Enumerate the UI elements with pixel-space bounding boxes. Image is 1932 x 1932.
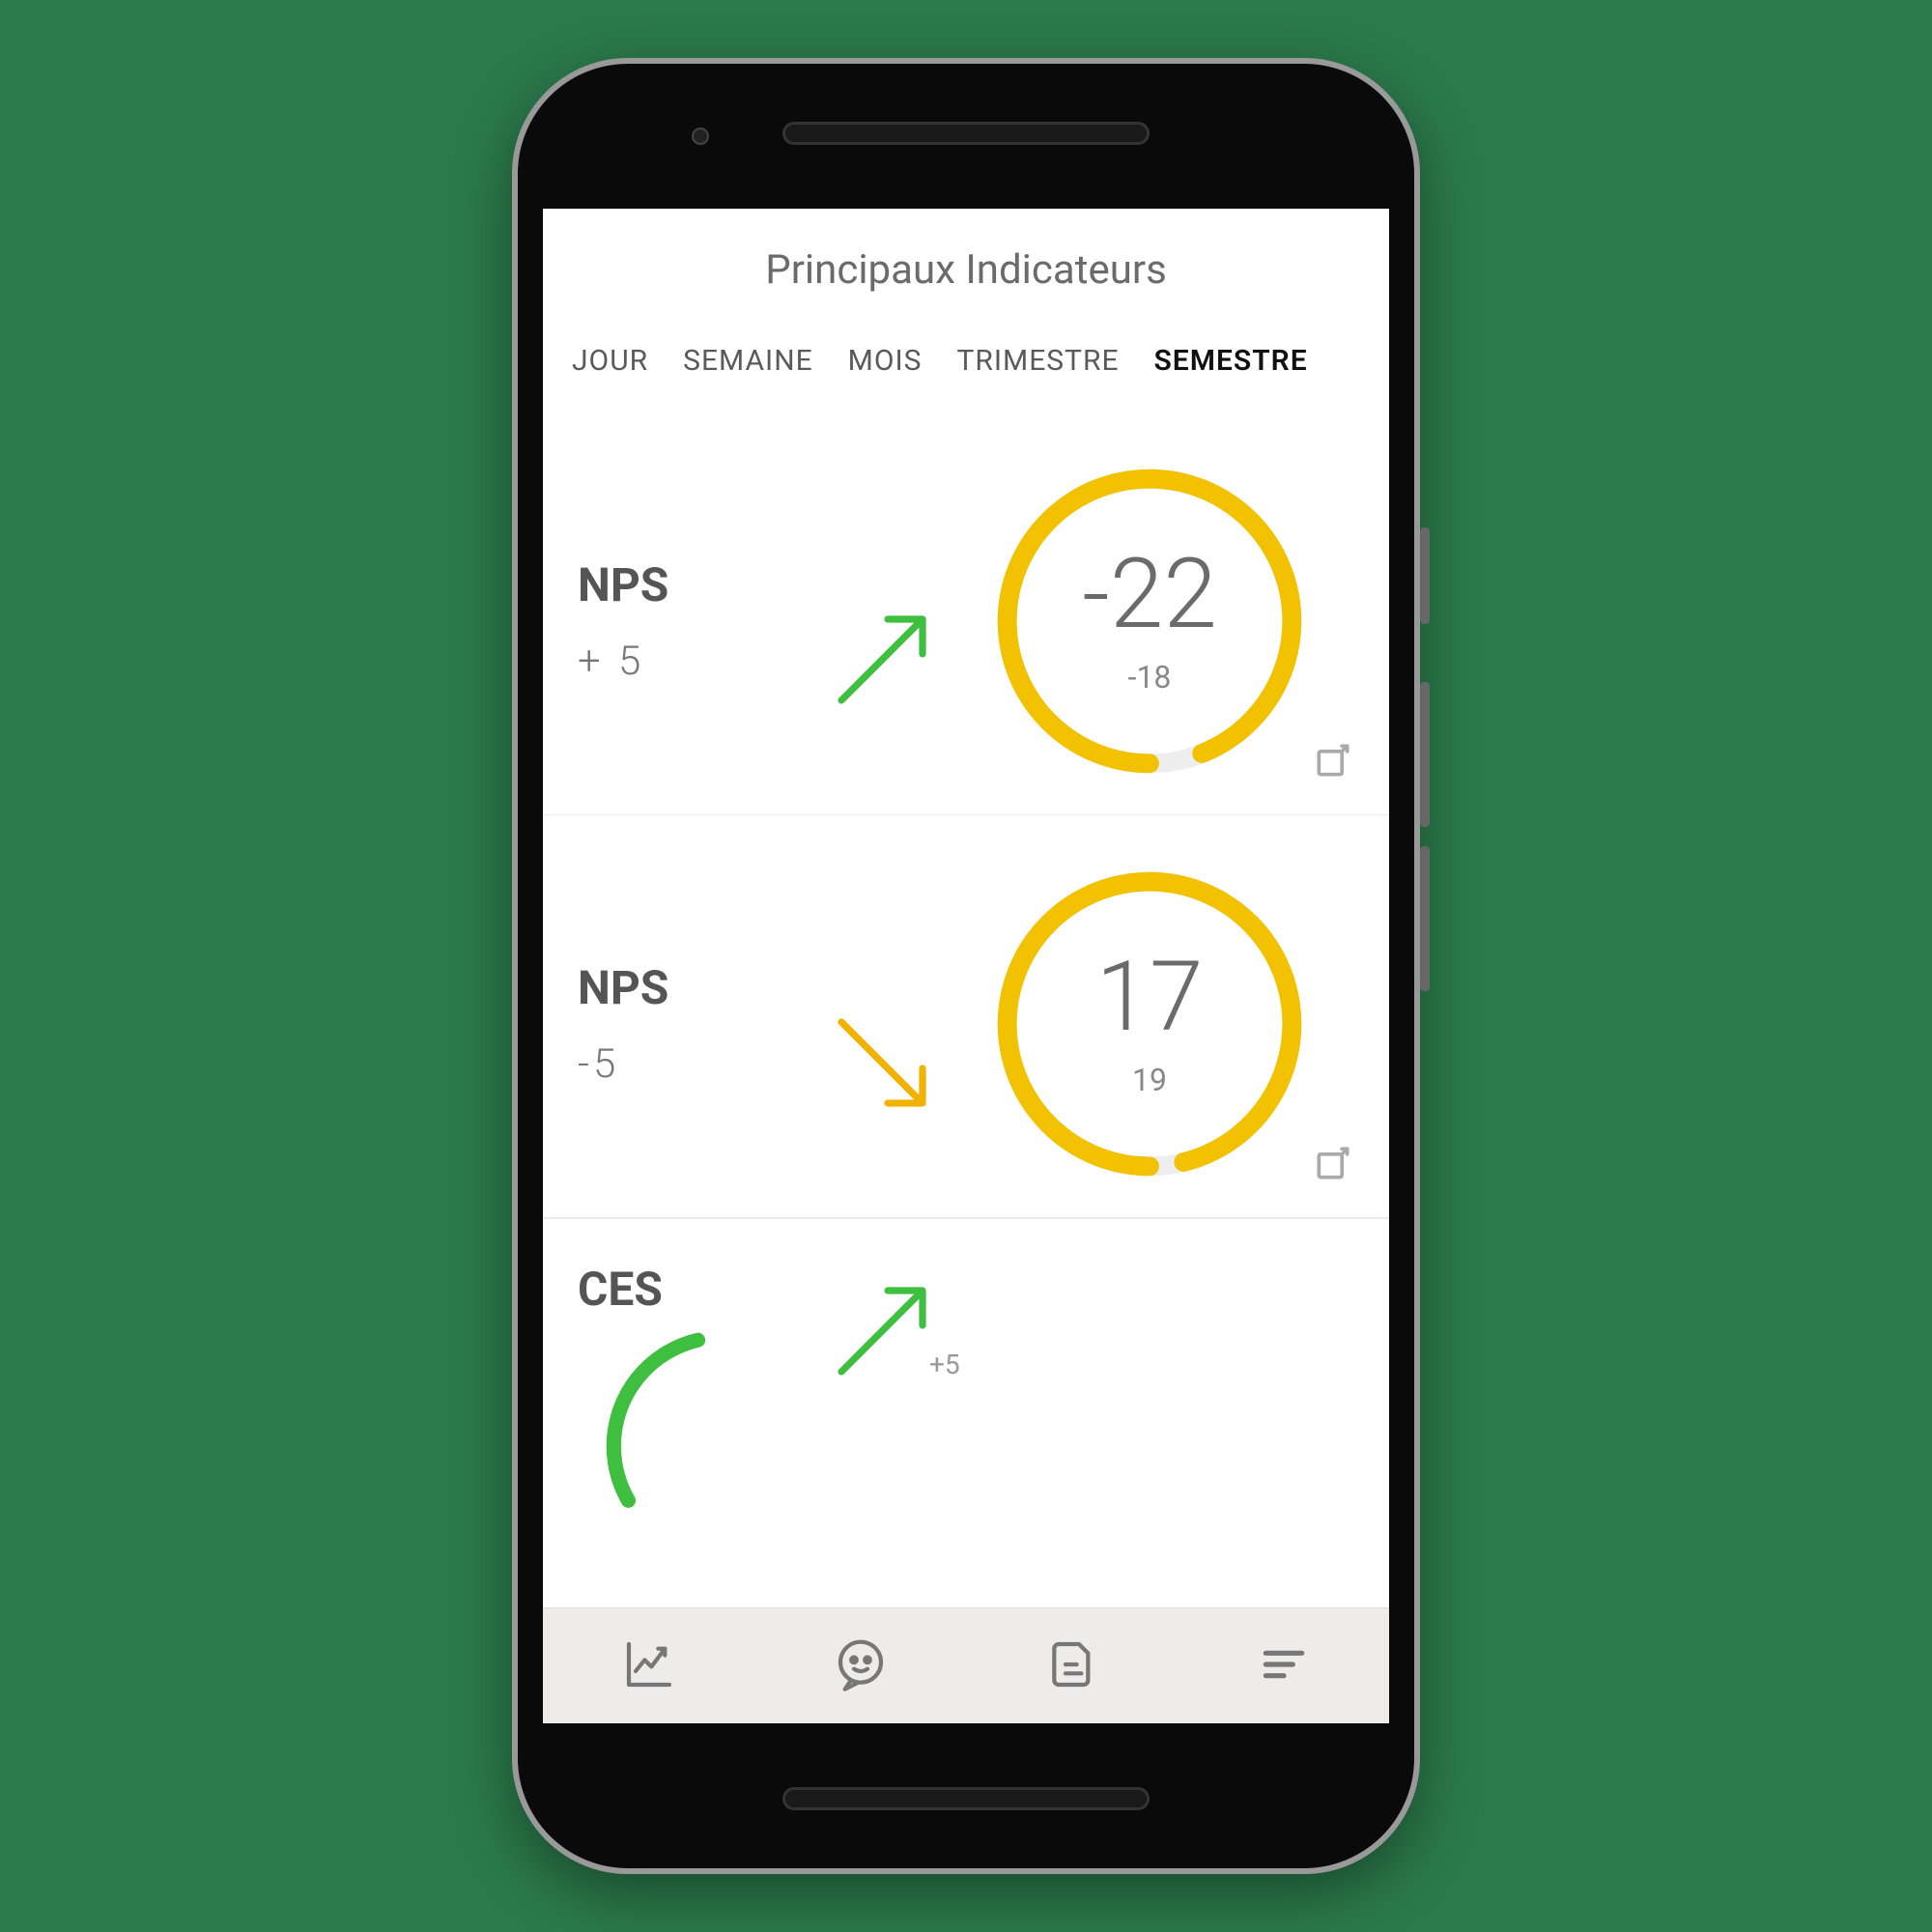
indicator-subtext: +5 — [929, 1349, 960, 1380]
phone-camera — [692, 128, 709, 145]
indicator-card: NPS -5 17 — [543, 815, 1389, 1218]
nav-chart-icon[interactable] — [603, 1628, 696, 1705]
phone-side-button — [1420, 846, 1430, 991]
expand-button[interactable] — [1312, 739, 1354, 785]
tab-jour[interactable]: JOUR — [572, 344, 648, 378]
page-header: Principaux Indicateurs — [543, 209, 1389, 305]
trend-arrow-down-icon — [819, 1005, 945, 1121]
phone-side-button — [1420, 527, 1430, 624]
indicator-subvalue: -18 — [1128, 659, 1172, 696]
card-info: NPS + 5 — [578, 557, 819, 685]
tab-trimestre[interactable]: TRIMESTRE — [956, 344, 1119, 378]
tab-mois[interactable]: MOIS — [848, 344, 923, 378]
trend-arrow-up-icon — [819, 602, 945, 718]
indicator-ring: 17 19 — [945, 860, 1354, 1188]
indicator-ring: -22 -18 — [945, 457, 1354, 785]
indicator-delta: + 5 — [578, 638, 819, 685]
nav-document-icon[interactable] — [1026, 1628, 1119, 1705]
phone-speaker-bottom — [782, 1787, 1150, 1810]
tab-semestre[interactable]: SEMESTRE — [1154, 344, 1308, 378]
period-tabs: JOUR SEMAINE MOIS TRIMESTRE SEMESTRE — [543, 305, 1389, 412]
phone-frame: Principaux Indicateurs JOUR SEMAINE MOIS… — [512, 58, 1420, 1874]
app-screen: Principaux Indicateurs JOUR SEMAINE MOIS… — [543, 209, 1389, 1723]
bottom-nav — [543, 1607, 1389, 1723]
indicator-card-partial: CES +5 — [543, 1218, 1389, 1392]
tab-semaine[interactable]: SEMAINE — [683, 344, 813, 378]
indicator-label: NPS — [578, 557, 819, 612]
nav-menu-icon[interactable] — [1237, 1628, 1330, 1705]
indicator-ring-partial — [597, 1321, 848, 1576]
indicator-delta: -5 — [578, 1040, 819, 1088]
expand-button[interactable] — [1312, 1142, 1354, 1188]
card-info: NPS -5 — [578, 960, 819, 1088]
indicator-subvalue: 19 — [1132, 1062, 1167, 1098]
indicator-value: 17 — [1096, 950, 1204, 1046]
indicator-label: CES — [578, 1262, 819, 1317]
indicator-value: -22 — [1082, 547, 1217, 643]
page-title: Principaux Indicateurs — [765, 246, 1167, 294]
phone-side-button — [1420, 682, 1430, 827]
nav-chat-icon[interactable] — [814, 1628, 907, 1705]
indicator-list[interactable]: NPS + 5 -22 — [543, 412, 1389, 1607]
phone-speaker-top — [782, 122, 1150, 145]
indicator-card: NPS + 5 -22 — [543, 412, 1389, 815]
indicator-label: NPS — [578, 960, 819, 1015]
